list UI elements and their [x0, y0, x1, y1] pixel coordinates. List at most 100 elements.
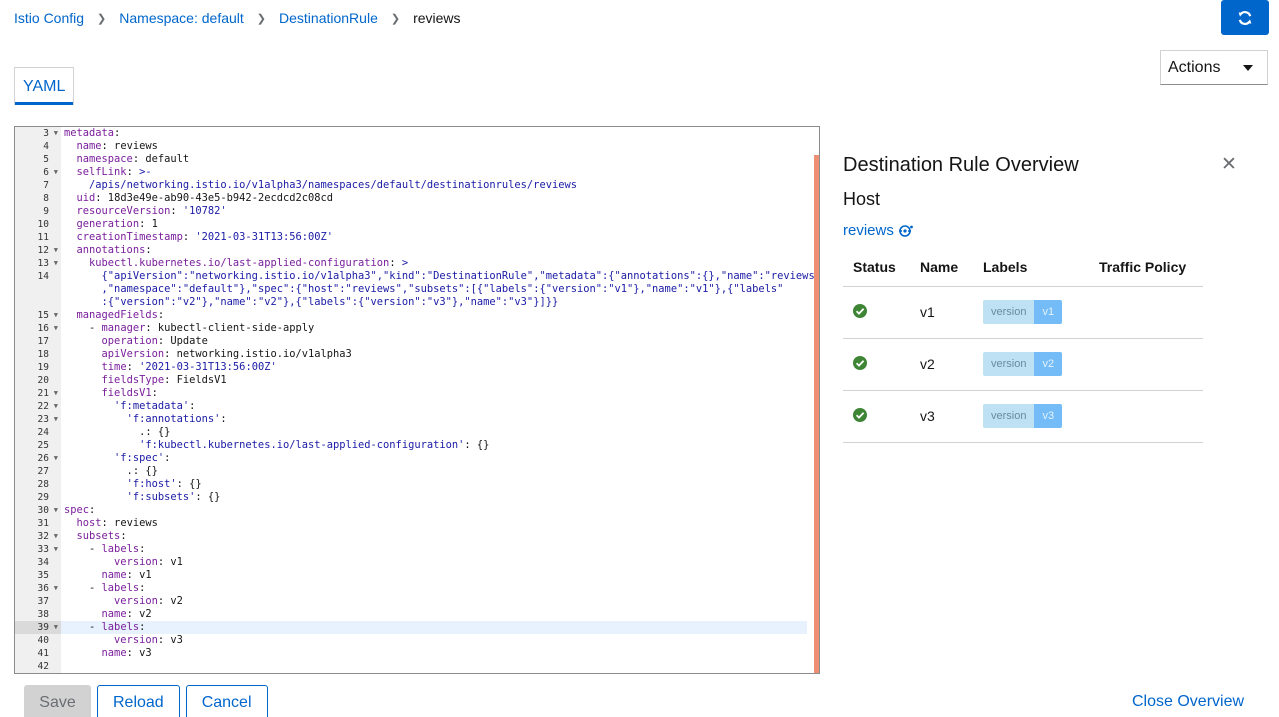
code-line[interactable]: 23 ▼ 'f:annotations':: [15, 413, 807, 426]
fold-arrow-icon[interactable]: ▼: [54, 400, 58, 413]
breadcrumb: Istio Config ❯ Namespace: default ❯ Dest…: [14, 8, 461, 28]
code-line[interactable]: 41 name: v3: [15, 647, 807, 660]
code-line[interactable]: 18 apiVersion: networking.istio.io/v1alp…: [15, 348, 807, 361]
code-line[interactable]: 22 ▼ 'f:metadata':: [15, 400, 807, 413]
code-line[interactable]: 29 'f:subsets': {}: [15, 491, 807, 504]
subset-name: v2: [920, 338, 983, 391]
fold-arrow-icon[interactable]: ▼: [54, 504, 58, 517]
code-line[interactable]: 3 ▼ metadata:: [15, 127, 807, 140]
code-text: - labels:: [64, 543, 146, 555]
cancel-button[interactable]: Cancel: [185, 685, 268, 717]
yaml-editor[interactable]: 3 ▼ metadata: 4 name: reviews 5 namespace: d…: [14, 126, 820, 674]
code-text: name: reviews: [76, 140, 158, 152]
code-line[interactable]: 6 ▼ selfLink: >-: [15, 166, 807, 179]
fold-arrow-icon[interactable]: ▼: [54, 244, 58, 257]
code-line[interactable]: 17 operation: Update: [15, 335, 807, 348]
code-line[interactable]: 38 name: v2: [15, 608, 807, 621]
line-number: 25: [37, 440, 49, 451]
code-text: - manager: kubectl-client-side-apply: [64, 322, 315, 334]
code-line[interactable]: 26 ▼ 'f:spec':: [15, 452, 807, 465]
code-text: creationTimestamp: '2021-03-31T13:56:00Z…: [76, 231, 334, 243]
code-line[interactable]: 32 ▼ subsets:: [15, 530, 807, 543]
code-line[interactable]: 40 version: v3: [15, 634, 807, 647]
code-line[interactable]: 27 .: {}: [15, 465, 807, 478]
save-button[interactable]: Save: [24, 685, 91, 717]
code-line[interactable]: 11 creationTimestamp: '2021-03-31T13:56:…: [15, 231, 807, 244]
host-value: reviews: [843, 222, 894, 239]
breadcrumb-destinationrule[interactable]: DestinationRule: [279, 10, 378, 26]
fold-arrow-icon[interactable]: ▼: [54, 621, 58, 634]
fold-arrow-icon[interactable]: ▼: [54, 452, 58, 465]
line-number: 21 ▼: [37, 387, 58, 400]
code-line[interactable]: 35 name: v1: [15, 569, 807, 582]
line-number: 18: [37, 349, 49, 360]
code-text: version: v1: [114, 556, 183, 568]
line-number: 9: [43, 206, 49, 217]
code-line[interactable]: 24 .: {}: [15, 426, 807, 439]
label-key: version: [983, 352, 1035, 376]
fold-arrow-icon[interactable]: ▼: [54, 257, 58, 270]
code-line[interactable]: 13 ▼ kubectl.kubernetes.io/last-applied-c…: [15, 257, 807, 270]
fold-arrow-icon[interactable]: ▼: [54, 413, 58, 426]
fold-arrow-icon[interactable]: ▼: [54, 322, 58, 335]
refresh-button[interactable]: [1221, 0, 1269, 35]
line-number: 37: [37, 596, 49, 607]
chevron-right-icon: ❯: [390, 12, 401, 25]
code-line[interactable]: 12 ▼ annotations:: [15, 244, 807, 257]
code-text: managedFields:: [76, 309, 165, 321]
table-row: v2 version v2: [843, 338, 1203, 391]
code-text: selfLink: >-: [76, 166, 152, 178]
fold-arrow-icon[interactable]: ▼: [54, 543, 58, 556]
actions-dropdown[interactable]: Actions: [1160, 50, 1268, 85]
fold-arrow-icon[interactable]: ▼: [54, 309, 58, 322]
check-circle-icon: [853, 407, 867, 422]
code-line[interactable]: 21 ▼ fieldsV1:: [15, 387, 807, 400]
code-line[interactable]: 19 time: '2021-03-31T13:56:00Z': [15, 361, 807, 374]
code-line[interactable]: 33 ▼ - labels:: [15, 543, 807, 556]
fold-arrow-icon[interactable]: ▼: [54, 127, 58, 140]
close-icon[interactable]: ✕: [1221, 155, 1237, 174]
host-link[interactable]: reviews: [843, 222, 914, 239]
code-line[interactable]: 30 ▼ spec:: [15, 504, 807, 517]
code-line[interactable]: 37 version: v2: [15, 595, 807, 608]
fold-arrow-icon[interactable]: ▼: [54, 530, 58, 543]
code-text: name: v1: [101, 569, 152, 581]
reload-button[interactable]: Reload: [97, 685, 180, 717]
code-line[interactable]: 14 {"apiVersion":"networking.istio.io/v1…: [15, 270, 819, 283]
code-text: apiVersion: networking.istio.io/v1alpha3: [101, 348, 352, 360]
code-line[interactable]: 15 ▼ managedFields:: [15, 309, 807, 322]
code-line[interactable]: 20 fieldsType: FieldsV1: [15, 374, 807, 387]
code-line[interactable]: 28 'f:host': {}: [15, 478, 807, 491]
code-line[interactable]: 34 version: v1: [15, 556, 807, 569]
code-line[interactable]: 5 namespace: default: [15, 153, 807, 166]
code-line[interactable]: 10 generation: 1: [15, 218, 807, 231]
close-overview-link[interactable]: Close Overview: [1132, 693, 1244, 711]
check-circle-icon: [853, 303, 867, 318]
line-number: 14: [37, 271, 49, 282]
fold-arrow-icon[interactable]: ▼: [54, 166, 58, 179]
code-line[interactable]: 39 ▼ - labels:: [15, 621, 807, 634]
code-line[interactable]: 7 /apis/networking.istio.io/v1alpha3/nam…: [15, 179, 807, 192]
code-line[interactable]: :{"version":"v2"},"name":"v2"},{"labels"…: [15, 296, 807, 309]
line-number: 3 ▼: [43, 127, 58, 140]
code-line[interactable]: 36 ▼ - labels:: [15, 582, 807, 595]
breadcrumb-namespace[interactable]: Namespace: default: [119, 10, 244, 26]
code-line[interactable]: ,"namespace":"default"},"spec":{"host":"…: [15, 283, 807, 296]
code-text: namespace: default: [76, 153, 190, 165]
fold-arrow-icon[interactable]: ▼: [54, 582, 58, 595]
code-lines[interactable]: 3 ▼ metadata: 4 name: reviews 5 namespace: d…: [15, 127, 819, 673]
tab-yaml[interactable]: YAML: [14, 67, 75, 105]
fold-arrow-icon[interactable]: ▼: [54, 387, 58, 400]
code-line[interactable]: 42: [15, 660, 807, 673]
code-line[interactable]: 9 resourceVersion: '10782': [15, 205, 807, 218]
code-line[interactable]: 31 host: reviews: [15, 517, 807, 530]
editor-scrollbar[interactable]: [814, 155, 819, 673]
label-value: v2: [1034, 352, 1063, 376]
code-line[interactable]: 8 uid: 18d3e49e-ab90-43e5-b942-2ecdcd2c0…: [15, 192, 807, 205]
code-line[interactable]: 16 ▼ - manager: kubectl-client-side-apply: [15, 322, 807, 335]
line-number: 30 ▼: [37, 504, 58, 517]
line-number: 5: [43, 154, 49, 165]
code-line[interactable]: 4 name: reviews: [15, 140, 807, 153]
code-line[interactable]: 25 'f:kubectl.kubernetes.io/last-applied…: [15, 439, 807, 452]
breadcrumb-istio-config[interactable]: Istio Config: [14, 10, 84, 26]
